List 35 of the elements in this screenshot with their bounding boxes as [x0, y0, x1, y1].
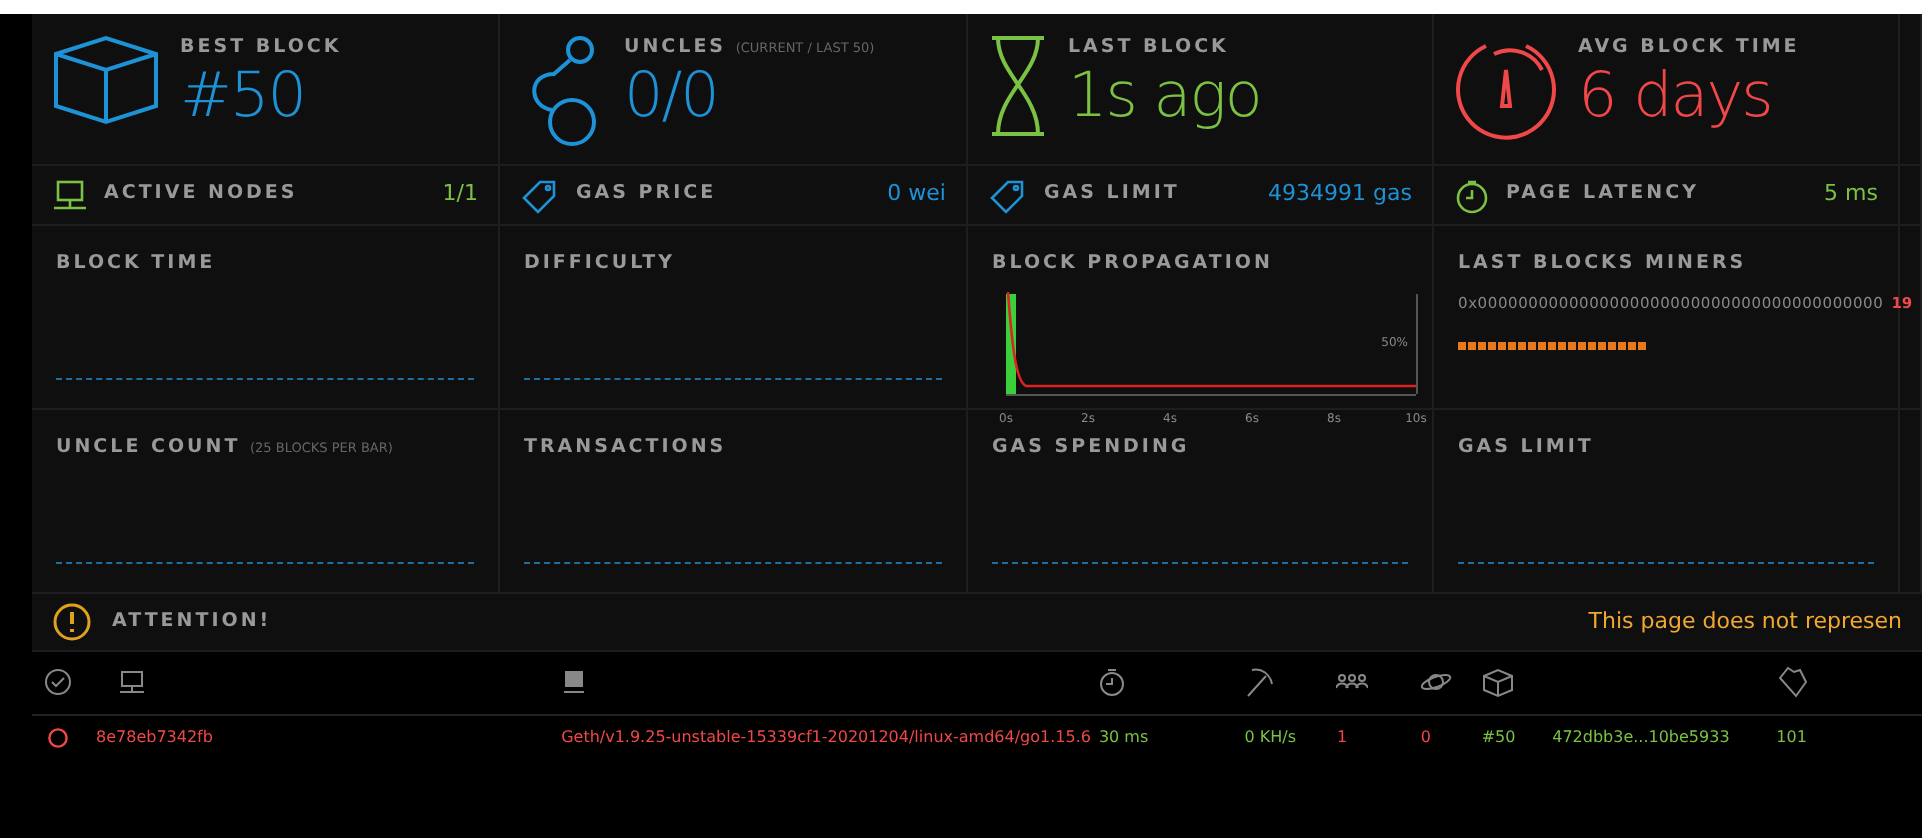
table-cell: 30 ms [1098, 728, 1149, 747]
stat-label: AVG BLOCK TIME [1578, 36, 1800, 58]
attention-title: ATTENTION! [112, 607, 272, 636]
table-cell: #50 [1481, 728, 1516, 747]
stat-label: LAST BLOCK [1068, 36, 1229, 58]
chart-title: BLOCK TIME [56, 252, 216, 274]
attention-message: This page does not represen [1588, 605, 1902, 638]
metric-label: GAS LIMIT [1044, 180, 1180, 209]
chart-title: TRANSACTIONS [524, 436, 727, 458]
metric-value: 0 wei [887, 178, 946, 211]
metric-value: 4934991 gas [1268, 178, 1412, 211]
stat-label: BEST BLOCK [180, 36, 342, 58]
metric-label: PAGE LATENCY [1506, 180, 1699, 209]
chart-title: GAS SPENDING [992, 436, 1190, 458]
metric-label: GAS PRICE [576, 180, 717, 209]
table-cell: 0 KH/s [1244, 728, 1297, 747]
table-cell: 0 [1420, 728, 1431, 747]
metric-value: 1/1 [442, 178, 478, 211]
chart-title: LAST BLOCKS MINERS [1458, 252, 1747, 274]
stat-value: 6 days [1578, 62, 1774, 131]
chart-title: DIFFICULTY [524, 252, 675, 274]
metric-value: 5 ms [1824, 178, 1878, 211]
node-name: 8e78eb7342fb [96, 728, 213, 747]
stat-value: #50 [180, 62, 307, 131]
table-cell: Geth/v1.9.25-unstable-15339cf1-20201204/linux-amd64/go1.15.6 [561, 728, 1091, 747]
table-cell: 101 [1776, 728, 1807, 747]
table-cell: 472dbb3e...10be5933 [1552, 728, 1730, 747]
stat-value: 1s ago [1068, 62, 1261, 131]
stat-label: UNCLES [624, 36, 727, 58]
metric-label: ACTIVE NODES [104, 180, 298, 209]
table-cell: 1 [1336, 728, 1348, 747]
chart-title: GAS LIMIT [1458, 436, 1594, 458]
chart-title: BLOCK PROPAGATION [992, 252, 1273, 274]
chart-title: UNCLE COUNT [56, 436, 241, 458]
stat-value: 0/0 [624, 62, 720, 131]
